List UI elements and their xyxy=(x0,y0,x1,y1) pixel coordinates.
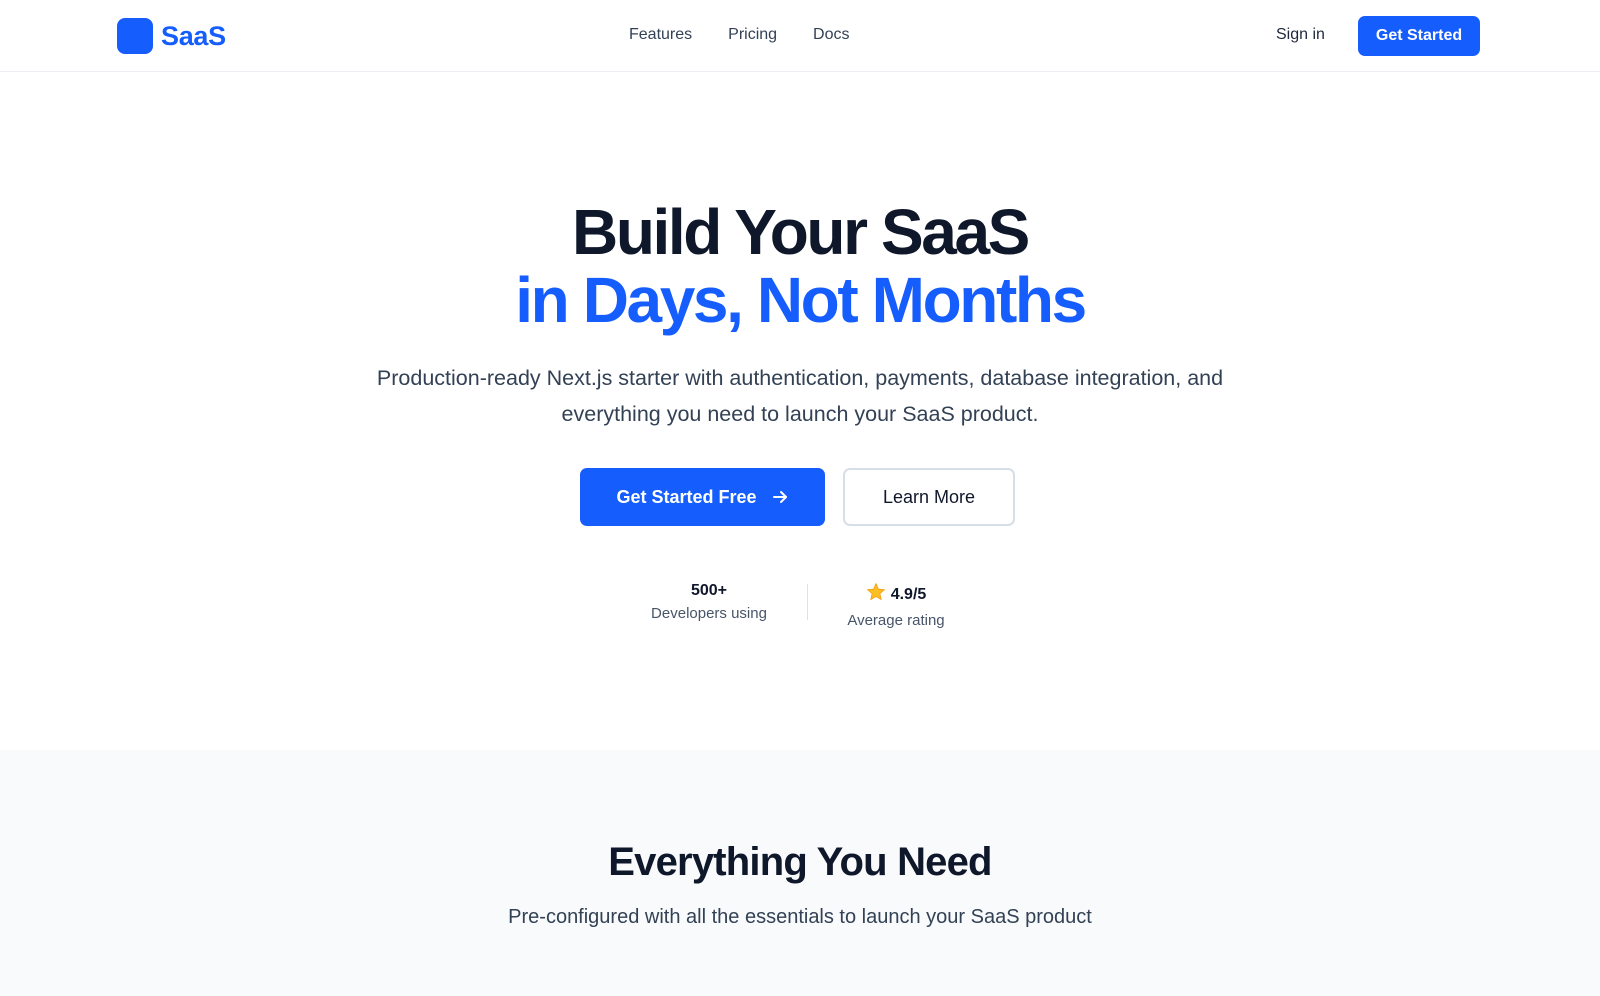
logo-link[interactable]: SaaS xyxy=(117,18,226,54)
get-started-free-button[interactable]: Get Started Free xyxy=(580,468,825,526)
stat-developers-value: 500+ xyxy=(690,582,728,599)
stat-rating-value: 4.9/5 xyxy=(890,585,927,603)
stats-divider xyxy=(807,584,808,620)
stat-developers-label: Developers using xyxy=(651,605,767,622)
stat-developers: 500+ Developers using xyxy=(636,582,782,622)
get-started-button[interactable]: Get Started xyxy=(1358,16,1480,56)
hero-title-line-1: Build Your SaaS xyxy=(572,196,1030,268)
features-section: Everything You Need Pre-configured with … xyxy=(0,750,1600,996)
learn-more-button[interactable]: Learn More xyxy=(843,468,1015,526)
stat-rating-label: Average rating xyxy=(847,612,945,629)
sign-in-link[interactable]: Sign in xyxy=(1276,26,1325,44)
arrow-right-icon xyxy=(771,488,789,506)
main-nav: Features Pricing Docs xyxy=(629,26,850,44)
get-started-free-label: Get Started Free xyxy=(616,486,757,507)
hero-title: Build Your SaaS in Days, Not Months xyxy=(0,198,1600,334)
features-subtitle: Pre-configured with all the essentials t… xyxy=(508,906,1092,928)
hero-title-line-2: in Days, Not Months xyxy=(515,264,1087,336)
nav-link-pricing[interactable]: Pricing xyxy=(728,26,777,44)
nav-link-features[interactable]: Features xyxy=(629,26,692,44)
hero-subtitle: Production-ready Next.js starter with au… xyxy=(376,366,1224,426)
star-icon xyxy=(866,582,886,607)
logo-mark-icon xyxy=(117,18,153,54)
top-navbar: SaaS Features Pricing Docs Sign in Get S… xyxy=(0,0,1600,72)
stat-rating-value-row: 4.9/5 xyxy=(830,582,962,607)
logo-text: SaaS xyxy=(161,20,226,51)
stat-rating: 4.9/5 Average rating xyxy=(830,582,962,629)
nav-link-docs[interactable]: Docs xyxy=(813,26,849,44)
features-title: Everything You Need xyxy=(608,840,992,884)
